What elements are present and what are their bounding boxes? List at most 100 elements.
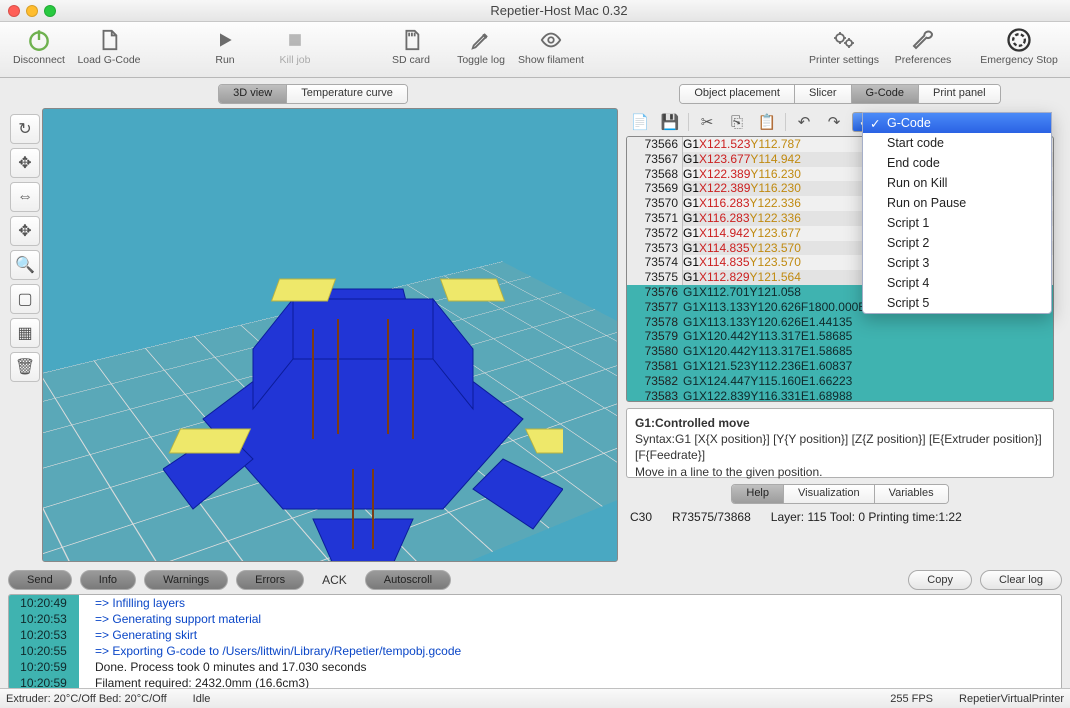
status-extruder: Extruder: 20°C/Off Bed: 20°C/Off xyxy=(6,693,167,705)
tab-temperature-curve[interactable]: Temperature curve xyxy=(287,85,407,103)
preferences-button[interactable]: Preferences xyxy=(890,26,956,74)
reload-view-button[interactable]: ↻ xyxy=(10,114,40,144)
gcode-menu-item[interactable]: End code xyxy=(863,153,1051,173)
disconnect-button[interactable]: Disconnect xyxy=(6,26,72,74)
help-tab-segmented: Help Visualization Variables xyxy=(731,484,948,504)
info-filter-button[interactable]: Info xyxy=(80,570,136,590)
trash-view-button[interactable]: 🗑 xyxy=(10,352,40,382)
viewport-toolbar: ↻ ✥ ⇔ ✥ 🔍 ▢ ▦ 🗑 xyxy=(8,108,42,562)
move-view-button[interactable]: ✥ xyxy=(10,216,40,246)
new-file-button[interactable]: 📄 xyxy=(628,111,652,133)
status-fps: 255 FPS xyxy=(890,693,933,705)
tab-help[interactable]: Help xyxy=(732,485,784,503)
tab-print-panel[interactable]: Print panel xyxy=(919,85,1000,103)
gcode-menu-item[interactable]: Start code xyxy=(863,133,1051,153)
code-row[interactable]: 73583 G1 X122.839 Y116.331 E1.68988 xyxy=(627,389,1053,402)
warnings-filter-button[interactable]: Warnings xyxy=(144,570,228,590)
log-line: 10:20:53 => Generating skirt xyxy=(9,627,1061,643)
pencil-icon xyxy=(467,26,495,54)
tab-3d-view[interactable]: 3D view xyxy=(219,85,287,103)
gcode-toolbar: 📄 💾 ✂ ⎘ 📋 ↶ ↷ ✓G-Code ▾ G-CodeStart code… xyxy=(626,108,1054,136)
rotate-icon: ✥ xyxy=(18,153,31,173)
right-tab-segmented: Object placement Slicer G-Code Print pan… xyxy=(679,84,1000,104)
grid-button[interactable]: ▦ xyxy=(10,318,40,348)
zoom-icon[interactable] xyxy=(44,5,56,17)
toggle-log-label: Toggle log xyxy=(457,54,505,66)
tab-gcode[interactable]: G-Code xyxy=(852,85,920,103)
close-icon[interactable] xyxy=(8,5,20,17)
reload-icon: ↻ xyxy=(18,119,31,139)
3d-viewport[interactable] xyxy=(42,108,618,562)
autoscroll-button[interactable]: Autoscroll xyxy=(365,570,451,590)
gcode-menu-item[interactable]: G-Code xyxy=(863,113,1051,133)
log-line: 10:20:49 => Infilling layers xyxy=(9,595,1061,611)
tab-slicer[interactable]: Slicer xyxy=(795,85,852,103)
undo-icon: ↶ xyxy=(798,113,811,131)
minimize-icon[interactable] xyxy=(26,5,38,17)
pan-view-button[interactable]: ⇔ xyxy=(10,182,40,212)
grid-icon: ▦ xyxy=(17,323,32,343)
show-filament-button[interactable]: Show filament xyxy=(518,26,584,74)
estop-label: Emergency Stop xyxy=(980,54,1058,66)
gcode-menu-item[interactable]: Run on Pause xyxy=(863,193,1051,213)
load-gcode-button[interactable]: Load G-Code xyxy=(76,26,142,74)
file-icon xyxy=(95,26,123,54)
scissors-icon: ✂ xyxy=(701,113,714,131)
code-row[interactable]: 73581 G1 X121.523 Y112.236 E1.60837 xyxy=(627,359,1053,374)
send-button[interactable]: Send xyxy=(8,570,72,590)
gcode-menu-item[interactable]: Script 2 xyxy=(863,233,1051,253)
cut-button[interactable]: ✂ xyxy=(695,111,719,133)
log-area[interactable]: 10:20:49 => Infilling layers10:20:53 => … xyxy=(8,594,1062,690)
sdcard-button[interactable]: SD card xyxy=(378,26,444,74)
code-row[interactable]: 73578 G1 X113.133 Y120.626 E1.44135 xyxy=(627,315,1053,330)
toggle-log-button[interactable]: Toggle log xyxy=(448,26,514,74)
perspective-button[interactable]: ▢ xyxy=(10,284,40,314)
cube-icon: ▢ xyxy=(17,289,32,309)
pan-icon: ⇔ xyxy=(17,188,33,206)
emergency-stop-button[interactable]: Emergency Stop xyxy=(974,26,1064,74)
run-label: Run xyxy=(215,54,234,66)
code-row[interactable]: 73579 G1 X120.442 Y113.317 E1.58685 xyxy=(627,329,1053,344)
zoom-view-button[interactable]: 🔍 xyxy=(10,250,40,280)
disconnect-label: Disconnect xyxy=(13,54,65,66)
status-printer: RepetierVirtualPrinter xyxy=(959,693,1064,705)
tab-object-placement[interactable]: Object placement xyxy=(680,85,795,103)
move-icon: ✥ xyxy=(18,221,31,241)
ack-label: ACK xyxy=(312,573,357,587)
copy-button[interactable]: ⎘ xyxy=(725,111,749,133)
paste-button[interactable]: 📋 xyxy=(755,111,779,133)
kill-label: Kill job xyxy=(280,54,311,66)
gcode-menu-item[interactable]: Run on Kill xyxy=(863,173,1051,193)
errors-filter-button[interactable]: Errors xyxy=(236,570,304,590)
copy-log-button[interactable]: Copy xyxy=(908,570,972,590)
tab-visualization[interactable]: Visualization xyxy=(784,485,875,503)
gcode-script-dropdown[interactable]: ✓G-Code ▾ G-CodeStart codeEnd codeRun on… xyxy=(852,112,1052,132)
tab-variables[interactable]: Variables xyxy=(875,485,948,503)
gcode-status-line: C30 R73575/73868 Layer: 115 Tool: 0 Prin… xyxy=(626,510,1054,524)
code-row[interactable]: 73580 G1 X120.442 Y113.317 E1.58685 xyxy=(627,344,1053,359)
help-title: G1:Controlled move xyxy=(635,415,1045,431)
save-file-button[interactable]: 💾 xyxy=(658,111,682,133)
kill-job-button[interactable]: Kill job xyxy=(262,26,328,74)
left-tab-segmented: 3D view Temperature curve xyxy=(218,84,408,104)
status-layer: Layer: 115 Tool: 0 Printing time:1:22 xyxy=(771,510,962,524)
paste-icon: 📋 xyxy=(758,113,777,131)
run-button[interactable]: Run xyxy=(192,26,258,74)
gcode-menu-item[interactable]: Script 4 xyxy=(863,273,1051,293)
redo-button[interactable]: ↷ xyxy=(822,111,846,133)
code-row[interactable]: 73582 G1 X124.447 Y115.160 E1.66223 xyxy=(627,374,1053,389)
clear-log-button[interactable]: Clear log xyxy=(980,570,1062,590)
eye-icon xyxy=(537,26,565,54)
gcode-script-menu: G-CodeStart codeEnd codeRun on KillRun o… xyxy=(862,112,1052,314)
gcode-menu-item[interactable]: Script 3 xyxy=(863,253,1051,273)
gcode-menu-item[interactable]: Script 1 xyxy=(863,213,1051,233)
printer-settings-label: Printer settings xyxy=(809,54,879,66)
power-icon xyxy=(25,26,53,54)
help-desc: Move in a line to the given position. xyxy=(635,464,1045,480)
undo-button[interactable]: ↶ xyxy=(792,111,816,133)
window-title: Repetier-Host Mac 0.32 xyxy=(56,3,1062,18)
gcode-menu-item[interactable]: Script 5 xyxy=(863,293,1051,313)
rotate-view-button[interactable]: ✥ xyxy=(10,148,40,178)
printer-settings-button[interactable]: Printer settings xyxy=(802,26,886,74)
log-line: 10:20:53 => Generating support material xyxy=(9,611,1061,627)
